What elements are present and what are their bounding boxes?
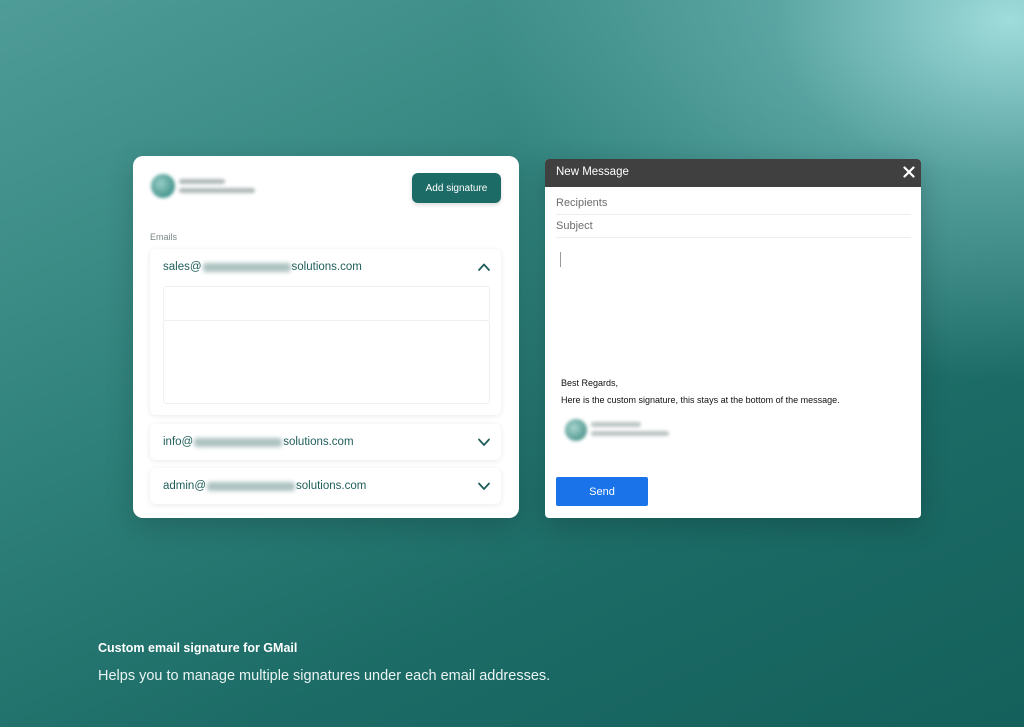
email-accordion-sales: sales@ solutions.com [150,249,501,415]
recipients-field[interactable]: Recipients [556,192,911,215]
compose-header: New Message [545,159,921,187]
chevron-up-icon[interactable] [477,260,491,274]
subject-field[interactable]: Subject [556,215,911,238]
company-logo [151,174,263,200]
redacted-domain [202,262,291,272]
email-header-admin[interactable]: admin@ solutions.com [163,468,489,504]
close-icon[interactable] [903,166,915,178]
email-accordion-info[interactable]: info@ solutions.com [150,424,501,460]
chevron-down-icon[interactable] [477,479,491,493]
signature-manager-card: Add signature Emails sales@ solutions.co… [133,156,519,518]
send-button[interactable]: Send [556,477,648,506]
signature-greeting: Best Regards, [561,378,619,388]
signature-text: Here is the custom signature, this stays… [561,395,840,405]
email-suffix: solutions.com [283,436,354,448]
chevron-down-icon[interactable] [477,435,491,449]
emails-label: Emails [150,232,178,242]
email-header-info[interactable]: info@ solutions.com [163,424,489,460]
text-cursor[interactable] [560,252,561,267]
email-prefix: info@ [163,436,194,448]
signature-name-input[interactable] [163,286,490,321]
add-signature-button[interactable]: Add signature [412,173,501,203]
email-prefix: sales@ [163,261,202,273]
email-suffix: solutions.com [291,261,362,273]
redacted-domain [194,437,283,447]
email-suffix: solutions.com [296,480,367,492]
email-accordion-admin[interactable]: admin@ solutions.com [150,468,501,504]
email-prefix: admin@ [163,480,206,492]
signature-logo [565,417,675,443]
recipients-placeholder: Recipients [556,197,608,209]
caption-title: Custom email signature for GMail [98,641,298,655]
redacted-domain [207,481,295,491]
email-header-sales[interactable]: sales@ solutions.com [163,249,489,285]
compose-title: New Message [556,166,629,178]
compose-window: New Message Recipients Subject Best Rega… [545,159,921,518]
email-signature-preview: Best Regards, Here is the custom signatu… [561,375,840,409]
signature-body-editor[interactable] [163,320,490,404]
caption-description: Helps you to manage multiple signatures … [98,668,551,684]
subject-placeholder: Subject [556,220,593,232]
